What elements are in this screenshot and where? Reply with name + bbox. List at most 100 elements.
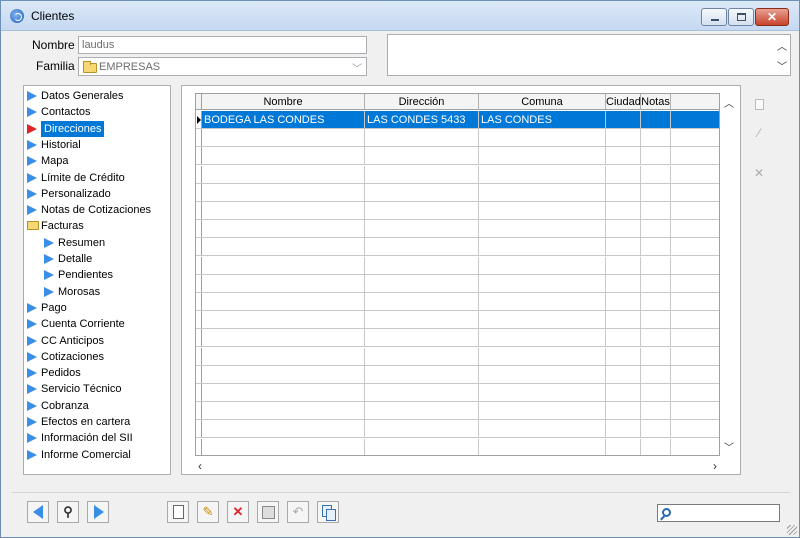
table-cell[interactable] bbox=[365, 274, 479, 293]
table-cell[interactable] bbox=[479, 311, 606, 330]
table-cell[interactable] bbox=[606, 165, 641, 184]
table-cell[interactable] bbox=[202, 238, 365, 257]
column-header-direccion[interactable]: Dirección bbox=[365, 94, 479, 110]
table-cell[interactable]: LAS CONDES bbox=[479, 111, 606, 129]
table-cell[interactable] bbox=[641, 438, 671, 455]
copy-button[interactable] bbox=[317, 501, 339, 523]
table-cell[interactable] bbox=[479, 420, 606, 439]
table-cell[interactable] bbox=[479, 438, 606, 455]
table-row[interactable] bbox=[196, 293, 719, 311]
column-header-ciudad[interactable]: Ciudad bbox=[606, 94, 641, 110]
tree-item-resumen[interactable]: Resumen bbox=[24, 235, 170, 251]
table-cell[interactable] bbox=[479, 329, 606, 348]
table-cell[interactable] bbox=[202, 329, 365, 348]
table-cell[interactable] bbox=[641, 220, 671, 239]
tree-item-facturas[interactable]: Facturas bbox=[24, 218, 170, 234]
tree-item-efectos-en-cartera[interactable]: Efectos en cartera bbox=[24, 414, 170, 430]
familia-select[interactable]: EMPRESAS ﹀ bbox=[78, 57, 367, 76]
new-button[interactable] bbox=[167, 501, 189, 523]
table-cell[interactable] bbox=[479, 347, 606, 366]
tree-item-cobranza[interactable]: Cobranza bbox=[24, 398, 170, 414]
table-cell[interactable] bbox=[202, 165, 365, 184]
table-cell[interactable] bbox=[365, 147, 479, 166]
close-button[interactable]: ✕ bbox=[755, 8, 789, 26]
table-cell[interactable] bbox=[479, 183, 606, 202]
table-cell[interactable] bbox=[606, 111, 641, 129]
table-row[interactable] bbox=[196, 438, 719, 455]
table-cell[interactable] bbox=[606, 220, 641, 239]
tree-item-cotizaciones[interactable]: Cotizaciones bbox=[24, 349, 170, 365]
notes-memo[interactable]: ︿ ﹀ bbox=[387, 34, 791, 76]
table-cell[interactable] bbox=[479, 238, 606, 257]
table-cell[interactable] bbox=[606, 438, 641, 455]
tree-item-morosas[interactable]: Morosas bbox=[24, 284, 170, 300]
table-cell[interactable] bbox=[365, 202, 479, 220]
table-cell[interactable] bbox=[641, 165, 671, 184]
table-cell[interactable] bbox=[365, 384, 479, 402]
maximize-button[interactable] bbox=[728, 8, 754, 26]
table-cell[interactable] bbox=[479, 365, 606, 384]
next-record-button[interactable] bbox=[87, 501, 109, 523]
column-header-notas[interactable]: Notas bbox=[641, 94, 671, 110]
table-cell[interactable] bbox=[365, 293, 479, 311]
table-row[interactable] bbox=[196, 202, 719, 220]
tree-item-pendientes[interactable]: Pendientes bbox=[24, 267, 170, 283]
tree-item-datos-generales[interactable]: Datos Generales bbox=[24, 88, 170, 104]
table-cell[interactable] bbox=[479, 293, 606, 311]
table-row[interactable] bbox=[196, 147, 719, 166]
table-cell[interactable] bbox=[365, 311, 479, 330]
table-cell[interactable] bbox=[365, 256, 479, 275]
scroll-right-icon[interactable]: › bbox=[713, 459, 717, 473]
scroll-down-icon[interactable]: ﹀ bbox=[724, 439, 734, 454]
edit-row-button[interactable]: ⁄ bbox=[750, 123, 768, 141]
vertical-scrollbar[interactable]: ︿ ﹀ bbox=[721, 93, 739, 456]
table-cell[interactable]: LAS CONDES 5433 bbox=[365, 111, 479, 129]
table-row[interactable] bbox=[196, 238, 719, 257]
table-cell[interactable] bbox=[365, 347, 479, 366]
table-cell[interactable] bbox=[202, 147, 365, 166]
table-cell[interactable] bbox=[641, 293, 671, 311]
table-row[interactable] bbox=[196, 129, 719, 148]
table-row[interactable] bbox=[196, 274, 719, 293]
scroll-down-icon[interactable]: ﹀ bbox=[777, 58, 787, 73]
table-cell[interactable] bbox=[365, 438, 479, 455]
table-cell[interactable] bbox=[641, 147, 671, 166]
table-cell[interactable] bbox=[202, 420, 365, 439]
table-row[interactable] bbox=[196, 402, 719, 421]
scroll-up-icon[interactable]: ︿ bbox=[724, 95, 734, 110]
table-cell[interactable] bbox=[606, 274, 641, 293]
delete-row-button[interactable]: ✕ bbox=[750, 163, 768, 181]
horizontal-scrollbar[interactable]: ‹ › bbox=[195, 458, 720, 474]
table-cell[interactable] bbox=[479, 384, 606, 402]
table-cell[interactable] bbox=[202, 438, 365, 455]
table-cell[interactable] bbox=[202, 293, 365, 311]
table-cell[interactable] bbox=[202, 365, 365, 384]
tree-item-servicio-técnico[interactable]: Servicio Técnico bbox=[24, 381, 170, 397]
table-cell[interactable] bbox=[641, 202, 671, 220]
table-cell[interactable] bbox=[641, 420, 671, 439]
tree-item-notas-de-cotizaciones[interactable]: Notas de Cotizaciones bbox=[24, 202, 170, 218]
tree-item-personalizado[interactable]: Personalizado bbox=[24, 186, 170, 202]
table-cell[interactable] bbox=[606, 293, 641, 311]
find-button[interactable]: ⚲ bbox=[57, 501, 79, 523]
table-cell[interactable]: BODEGA LAS CONDES bbox=[202, 111, 365, 129]
tree-item-mapa[interactable]: Mapa bbox=[24, 153, 170, 169]
table-cell[interactable] bbox=[365, 183, 479, 202]
edit-button[interactable]: ✎ bbox=[197, 501, 219, 523]
table-row[interactable] bbox=[196, 311, 719, 330]
table-cell[interactable] bbox=[606, 202, 641, 220]
table-cell[interactable] bbox=[479, 147, 606, 166]
table-cell[interactable] bbox=[365, 220, 479, 239]
table-cell[interactable] bbox=[202, 129, 365, 148]
resize-grip[interactable] bbox=[787, 525, 797, 535]
save-button[interactable] bbox=[257, 501, 279, 523]
table-row[interactable] bbox=[196, 384, 719, 402]
table-cell[interactable] bbox=[479, 402, 606, 421]
table-cell[interactable] bbox=[641, 183, 671, 202]
table-cell[interactable] bbox=[641, 129, 671, 148]
table-cell[interactable] bbox=[641, 329, 671, 348]
table-cell[interactable] bbox=[202, 202, 365, 220]
table-cell[interactable] bbox=[365, 402, 479, 421]
table-row[interactable]: BODEGA LAS CONDES LAS CONDES 5433 LAS COND… bbox=[196, 111, 719, 129]
table-cell[interactable] bbox=[606, 402, 641, 421]
